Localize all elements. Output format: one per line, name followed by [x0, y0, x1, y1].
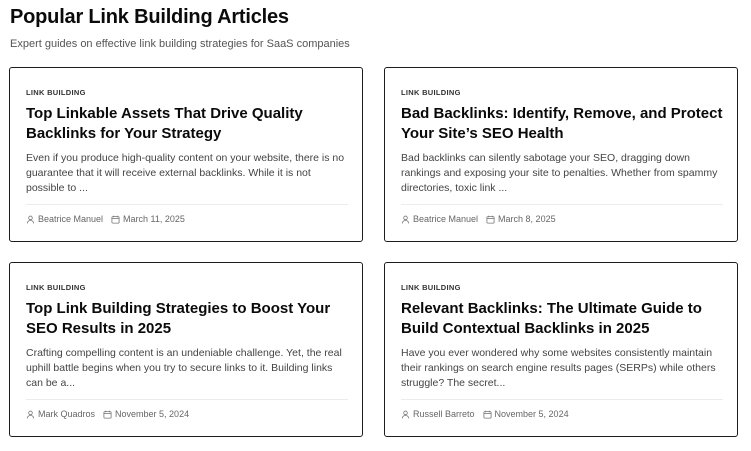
- article-date: March 8, 2025: [498, 214, 556, 224]
- section-heading: Popular Link Building Articles: [10, 6, 289, 28]
- article-excerpt: Crafting compelling content is an undeni…: [26, 347, 342, 389]
- card-divider: [401, 399, 723, 400]
- article-card[interactable]: LINK BUILDING Relevant Backlinks: The Ul…: [384, 262, 738, 437]
- article-meta: Beatrice Manuel March 8, 2025: [401, 214, 556, 224]
- article-category[interactable]: LINK BUILDING: [26, 88, 86, 97]
- article-date: March 11, 2025: [123, 214, 185, 224]
- card-divider: [26, 204, 348, 205]
- article-excerpt: Even if you produce high-quality content…: [26, 152, 345, 194]
- article-title[interactable]: Top Link Building Strategies to Boost Yo…: [26, 299, 351, 339]
- card-divider: [401, 204, 723, 205]
- article-excerpt: Have you ever wondered why some websites…: [401, 347, 716, 389]
- article-author[interactable]: Beatrice Manuel: [413, 214, 478, 224]
- articles-page: Popular Link Building Articles Expert gu…: [0, 0, 751, 451]
- article-date: November 5, 2024: [494, 409, 569, 419]
- user-icon: [26, 214, 35, 224]
- article-date: November 5, 2024: [115, 409, 190, 419]
- article-card[interactable]: LINK BUILDING Top Linkable Assets That D…: [9, 67, 363, 242]
- user-icon: [26, 409, 35, 419]
- article-meta: Mark Quadros November 5, 2024: [26, 409, 189, 419]
- calendar-icon: [486, 214, 495, 224]
- article-category[interactable]: LINK BUILDING: [401, 283, 461, 292]
- user-icon: [401, 214, 410, 224]
- article-excerpt: Bad backlinks can silently sabotage your…: [401, 152, 718, 194]
- article-author[interactable]: Russell Barreto: [413, 409, 475, 419]
- article-title[interactable]: Relevant Backlinks: The Ultimate Guide t…: [401, 299, 726, 339]
- article-card[interactable]: LINK BUILDING Bad Backlinks: Identify, R…: [384, 67, 738, 242]
- section-subheading: Expert guides on effective link building…: [10, 38, 350, 50]
- card-divider: [26, 399, 348, 400]
- article-author[interactable]: Beatrice Manuel: [38, 214, 103, 224]
- article-meta: Russell Barreto November 5, 2024: [401, 409, 569, 419]
- article-category[interactable]: LINK BUILDING: [26, 283, 86, 292]
- article-meta: Beatrice Manuel March 11, 2025: [26, 214, 185, 224]
- article-title[interactable]: Top Linkable Assets That Drive Quality B…: [26, 104, 351, 144]
- calendar-icon: [111, 214, 120, 224]
- calendar-icon: [103, 409, 112, 419]
- article-title[interactable]: Bad Backlinks: Identify, Remove, and Pro…: [401, 104, 726, 144]
- article-author[interactable]: Mark Quadros: [38, 409, 95, 419]
- calendar-icon: [483, 409, 492, 419]
- user-icon: [401, 409, 410, 419]
- article-card[interactable]: LINK BUILDING Top Link Building Strategi…: [9, 262, 363, 437]
- article-category[interactable]: LINK BUILDING: [401, 88, 461, 97]
